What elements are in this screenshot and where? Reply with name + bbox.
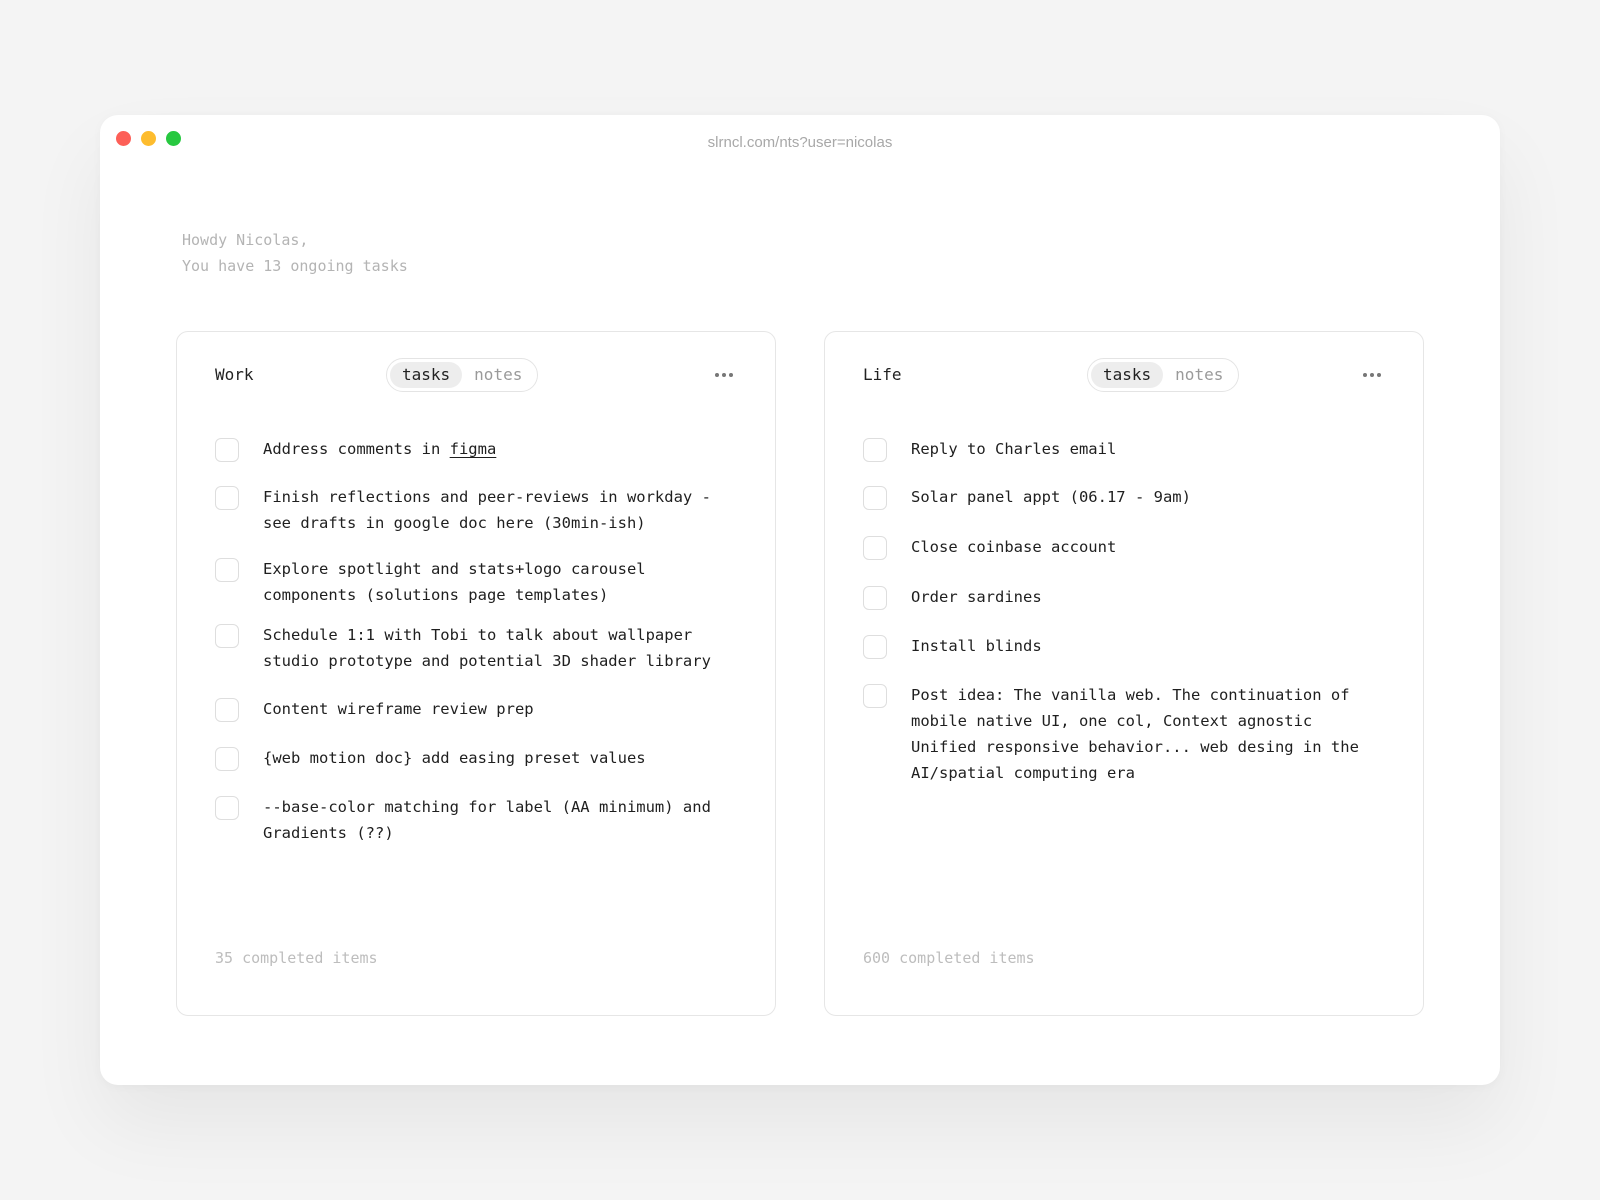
task-checkbox[interactable] xyxy=(863,486,887,510)
more-horizontal-icon[interactable] xyxy=(1363,373,1381,377)
task-text: {web motion doc} add easing preset value… xyxy=(263,749,646,767)
task-checkbox[interactable] xyxy=(215,796,239,820)
work-completed-count[interactable]: 35 completed items xyxy=(215,949,378,967)
task-item: Finish reflections and peer-reviews in w… xyxy=(215,484,735,536)
figma-link[interactable]: figma xyxy=(450,440,497,458)
task-checkbox[interactable] xyxy=(215,624,239,648)
task-text: --base-color matching for label (AA mini… xyxy=(263,798,711,842)
life-completed-count[interactable]: 600 completed items xyxy=(863,949,1035,967)
task-item: Install blinds xyxy=(863,633,1383,659)
task-item: Close coinbase account xyxy=(863,534,1383,560)
task-text: Finish reflections and peer-reviews in w… xyxy=(263,488,711,532)
work-tab-tasks[interactable]: tasks xyxy=(390,362,463,388)
task-checkbox[interactable] xyxy=(215,486,239,510)
greeting: Howdy Nicolas, You have 13 ongoing tasks xyxy=(182,227,408,279)
task-text: Content wireframe review prep xyxy=(263,700,534,718)
task-item: Order sardines xyxy=(863,584,1383,610)
task-item: Post idea: The vanilla web. The continua… xyxy=(863,682,1383,786)
task-item: Reply to Charles email xyxy=(863,436,1383,462)
work-panel: Work tasks notes Address comments in fig… xyxy=(176,331,776,1016)
life-panel-title: Life xyxy=(863,365,902,384)
task-item: --base-color matching for label (AA mini… xyxy=(215,794,735,846)
life-tab-tasks[interactable]: tasks xyxy=(1091,362,1164,388)
life-panel-header: Life tasks notes xyxy=(863,358,1385,392)
task-checkbox[interactable] xyxy=(863,536,887,560)
task-text: Reply to Charles email xyxy=(911,440,1117,458)
task-item: Solar panel appt (06.17 - 9am) xyxy=(863,484,1383,510)
work-panel-header: Work tasks notes xyxy=(215,358,737,392)
life-view-toggle: tasks notes xyxy=(1087,358,1240,392)
work-task-list: Address comments in figma Finish reflect… xyxy=(215,436,735,846)
task-checkbox[interactable] xyxy=(215,698,239,722)
task-item: Schedule 1:1 with Tobi to talk about wal… xyxy=(215,622,735,674)
task-text: Close coinbase account xyxy=(911,538,1117,556)
task-text: Post idea: The vanilla web. The continua… xyxy=(911,686,1359,782)
task-text: Explore spotlight and stats+logo carouse… xyxy=(263,560,646,604)
greeting-name: Howdy Nicolas, xyxy=(182,231,309,249)
ongoing-tasks-summary: You have 13 ongoing tasks xyxy=(182,257,408,275)
task-checkbox[interactable] xyxy=(863,684,887,708)
task-text: Solar panel appt (06.17 - 9am) xyxy=(911,488,1191,506)
task-item: Address comments in figma xyxy=(215,436,735,462)
task-checkbox[interactable] xyxy=(215,747,239,771)
task-checkbox[interactable] xyxy=(863,586,887,610)
task-item: Explore spotlight and stats+logo carouse… xyxy=(215,556,735,608)
task-checkbox[interactable] xyxy=(215,438,239,462)
task-text: Order sardines xyxy=(911,588,1042,606)
task-checkbox[interactable] xyxy=(863,438,887,462)
task-text: Install blinds xyxy=(911,637,1042,655)
task-checkbox[interactable] xyxy=(863,635,887,659)
life-tab-notes[interactable]: notes xyxy=(1163,362,1235,388)
work-tab-notes[interactable]: notes xyxy=(462,362,534,388)
task-text: Address comments in xyxy=(263,440,450,458)
life-panel: Life tasks notes Reply to Charles email … xyxy=(824,331,1424,1016)
address-bar-url[interactable]: slrncl.com/nts?user=nicolas xyxy=(100,134,1500,151)
browser-window: slrncl.com/nts?user=nicolas Howdy Nicola… xyxy=(100,115,1500,1085)
work-panel-title: Work xyxy=(215,365,254,384)
more-horizontal-icon[interactable] xyxy=(715,373,733,377)
task-item: {web motion doc} add easing preset value… xyxy=(215,745,735,771)
life-task-list: Reply to Charles email Solar panel appt … xyxy=(863,436,1383,786)
task-text: Schedule 1:1 with Tobi to talk about wal… xyxy=(263,626,711,670)
work-view-toggle: tasks notes xyxy=(386,358,539,392)
task-item: Content wireframe review prep xyxy=(215,696,735,722)
task-checkbox[interactable] xyxy=(215,558,239,582)
